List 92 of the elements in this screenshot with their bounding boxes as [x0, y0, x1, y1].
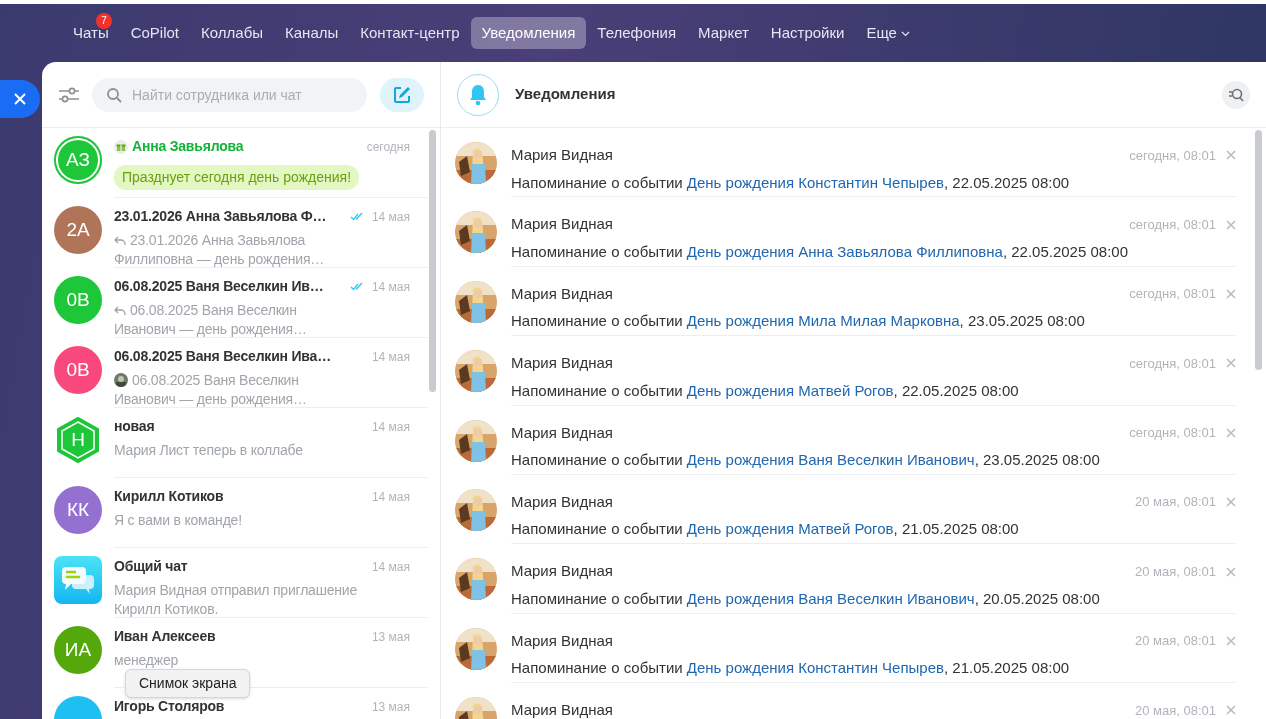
scrollbar[interactable]: [429, 130, 436, 392]
chat-title: 06.08.2025 Ваня Веселкин Ива…: [114, 347, 331, 366]
nav-tab[interactable]: Каналы: [274, 16, 350, 50]
chat-date: 14 мая: [371, 278, 410, 296]
close-button[interactable]: [0, 80, 40, 118]
search-icon[interactable]: [1222, 80, 1250, 109]
author-name: Мария Видная: [511, 561, 613, 582]
avatar: Н: [54, 416, 102, 464]
notification-text: Напоминание о событии День рождения Анна Завьялова Филлиповна, 22.05.2025 08:00: [511, 241, 1129, 262]
chat-title: Иван Алексеев: [114, 627, 216, 646]
notification-text: Напоминание о событии День рождения Мила Милая Марковна, 23.05.2025 08:00: [511, 311, 1086, 332]
notification-text: Напоминание о событии День рождения Константин Чепырев, 21.05.2025 08:00: [511, 658, 1071, 679]
chat-title: Общий чат: [114, 557, 188, 576]
author-name: Мария Видная: [511, 214, 613, 235]
chat-date: 14 мая: [371, 348, 410, 366]
chat-title: Анна Завьялова: [132, 137, 244, 156]
edit-icon: [392, 84, 412, 105]
nav-tab[interactable]: Уведомления: [470, 16, 587, 50]
gift-icon: [114, 139, 128, 154]
author-name: Мария Видная: [511, 422, 613, 443]
nav-tab[interactable]: Коллабы: [190, 16, 274, 50]
notification-time: 20 мая, 08:01: [1134, 632, 1216, 651]
search-field[interactable]: Найти сотрудника или чат: [92, 77, 367, 112]
chat-title: 23.01.2026 Анна Завьялова Ф…: [114, 207, 327, 226]
nav-tab[interactable]: CoPilot: [119, 16, 191, 50]
notification-time: 20 мая, 08:01: [1134, 701, 1216, 719]
counter-badge: 7: [96, 12, 112, 29]
message-preview: Мария Лист теперь в коллабе: [114, 441, 304, 460]
notification-time: сегодня, 08:01: [1129, 215, 1216, 234]
chat-date: сегодня: [366, 138, 410, 156]
event-link[interactable]: День рождения Матвей Рогов: [686, 381, 894, 399]
notification-time: 20 мая, 08:01: [1134, 562, 1216, 581]
notification-time: сегодня, 08:01: [1129, 424, 1216, 443]
reply-icon: [114, 236, 126, 247]
avatar: 0В: [54, 346, 102, 394]
avatar: 2А: [54, 206, 102, 254]
notification-time: сегодня, 08:01: [1129, 354, 1216, 373]
chat-title: Кирилл Котиков: [114, 487, 224, 506]
nav-tab[interactable]: Настройки: [759, 16, 856, 50]
notification-text: Напоминание о событии День рождения Матвей Рогов, 22.05.2025 08:00: [511, 380, 1020, 401]
event-link[interactable]: День рождения Ваня Веселкин Иванович: [686, 589, 975, 607]
tooltip: Снимок экрана: [125, 669, 251, 698]
notification-time: сегодня, 08:01: [1129, 146, 1216, 165]
notification-text: Напоминание о событии День рождения Ваня Веселкин Иванович, 23.05.2025 08:00: [511, 450, 1101, 471]
notification-time: 20 мая, 08:01: [1134, 493, 1216, 512]
chat-title: Игорь Столяров: [114, 697, 225, 716]
notification-text: Напоминание о событии День рождения Матвей Рогов, 21.05.2025 08:00: [511, 519, 1020, 540]
message-preview: 06.08.2025 Ваня Веселкин Иванович — день рождения…: [114, 301, 308, 339]
notification-time: сегодня, 08:01: [1129, 285, 1216, 304]
author-name: Мария Видная: [511, 630, 613, 651]
notification-text: Напоминание о событии День рождения Ваня Веселкин Иванович, 20.05.2025 08:00: [511, 588, 1101, 609]
message-preview: Я с вами в команде!: [114, 511, 243, 530]
event-link[interactable]: День рождения Ваня Веселкин Иванович: [686, 451, 975, 469]
nav-tab[interactable]: Маркет: [687, 16, 760, 50]
chat-date: 14 мая: [371, 208, 410, 226]
chat-date: 14 мая: [371, 558, 410, 576]
message-preview: 23.01.2026 Анна Завьялова Филлиповна — день рождения…: [114, 231, 326, 269]
chat-date: 13 мая: [371, 698, 410, 716]
event-link[interactable]: День рождения Матвей Рогов: [686, 520, 894, 538]
message-preview: Мария Видная отправил приглашение Кирилл Котиков.: [114, 581, 359, 619]
chat-date: 14 мая: [371, 418, 410, 436]
nav-tab[interactable]: Контакт-центр: [349, 16, 471, 50]
author-name: Мария Видная: [511, 145, 613, 165]
nav-tab[interactable]: Еще: [855, 16, 921, 50]
close-icon: [13, 92, 27, 106]
avatar: ИА: [54, 626, 102, 674]
caret-icon: [900, 30, 910, 37]
chat-date: 13 мая: [371, 628, 410, 646]
panel-title: Уведомления: [515, 84, 616, 105]
avatar: КК: [54, 486, 102, 534]
chat-title: 06.08.2025 Ваня Веселкин Ив…: [114, 277, 324, 296]
message-preview: 06.08.2025 Ваня Веселкин Иванович — день рождения…: [114, 371, 308, 409]
message-preview: менеджер: [114, 651, 180, 670]
author-name: Мария Видная: [511, 491, 613, 512]
event-link[interactable]: День рождения Мила Милая Марковна: [686, 312, 960, 330]
event-link[interactable]: День рождения Константин Чепырев: [686, 173, 944, 191]
author-name: Мария Видная: [511, 353, 613, 374]
reply-icon: [114, 306, 126, 317]
search-icon: [106, 86, 122, 103]
event-link[interactable]: День рождения Анна Завьялова Филлиповна: [686, 242, 1003, 260]
event-link[interactable]: День рождения Константин Чепырев: [686, 659, 944, 677]
avatar: АЗ: [54, 136, 102, 184]
birthday-banner: Празднует сегодня день рождения!: [114, 165, 360, 190]
compose-button[interactable]: [380, 77, 424, 112]
nav-tab[interactable]: Телефония: [586, 16, 688, 50]
scrollbar[interactable]: [1255, 130, 1262, 370]
author-name: Мария Видная: [511, 283, 613, 304]
chat-title: новая: [114, 417, 155, 436]
avatar: 0В: [54, 276, 102, 324]
notification-text: Напоминание о событии День рождения Константин Чепырев, 22.05.2025 08:00: [511, 172, 1071, 193]
author-name: Мария Видная: [511, 700, 613, 719]
chat-date: 14 мая: [371, 488, 410, 506]
